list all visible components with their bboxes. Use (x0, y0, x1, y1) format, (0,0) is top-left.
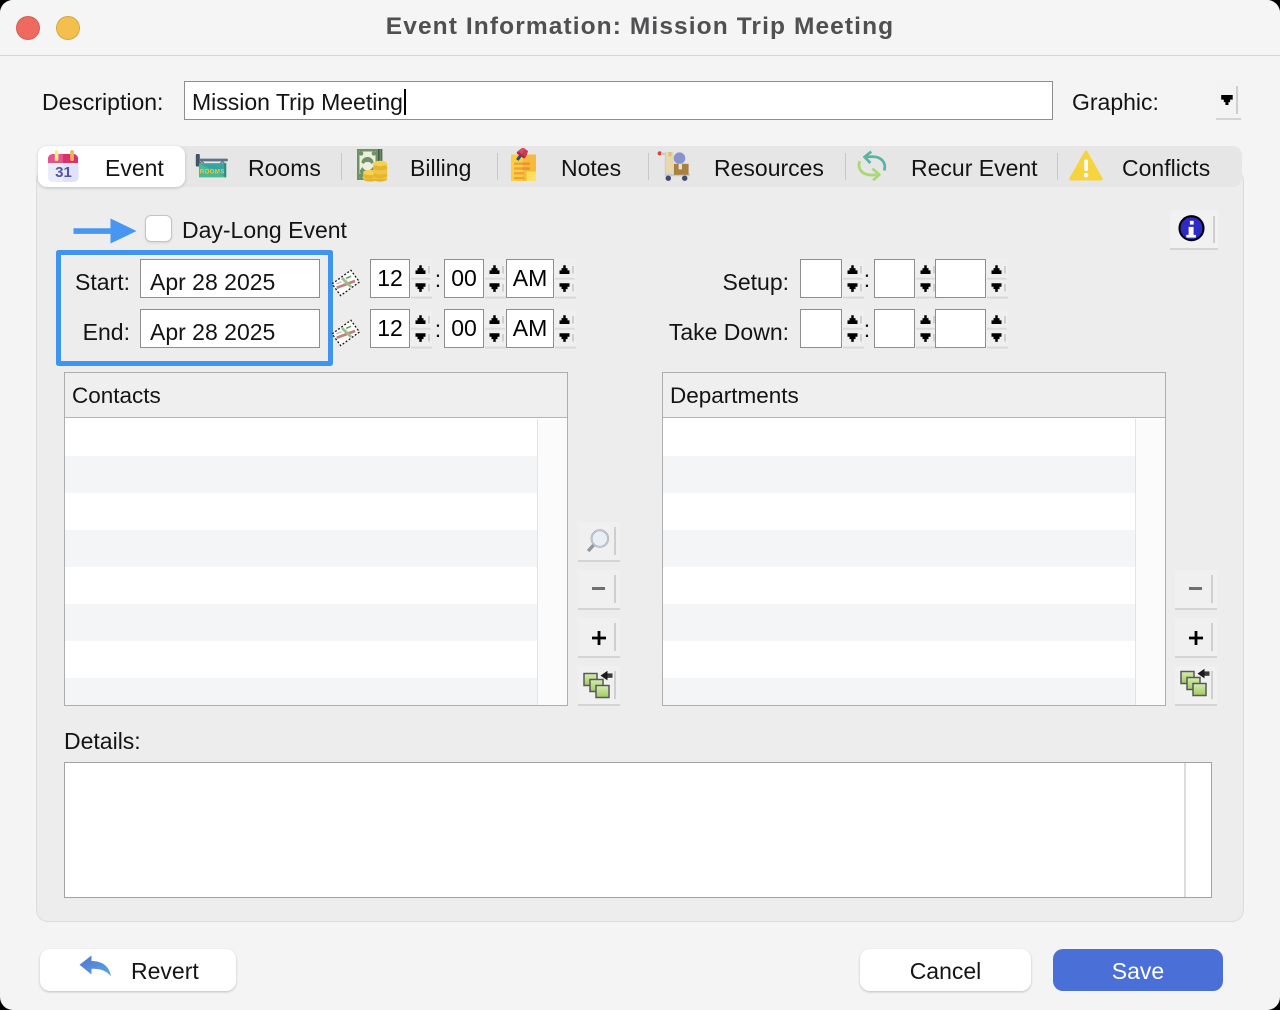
svg-text:ROOMS: ROOMS (200, 168, 225, 175)
svg-text:31: 31 (55, 164, 72, 181)
